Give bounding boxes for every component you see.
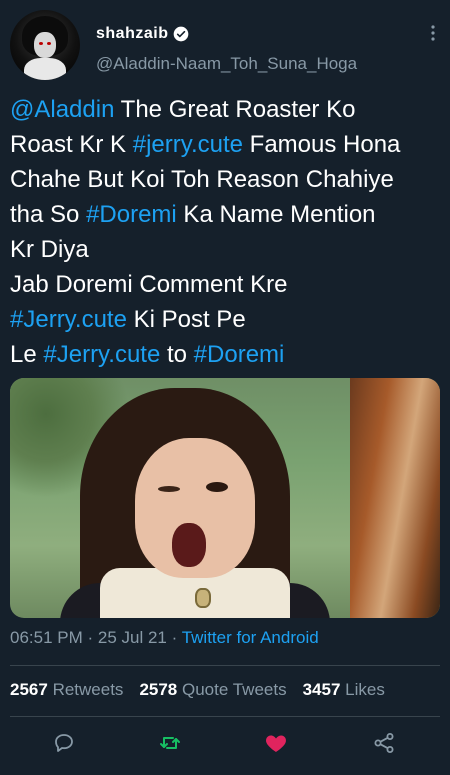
tweet-text-segment: Famous Hona — [242, 131, 401, 158]
quote-tweets-label: Quote Tweets — [182, 680, 287, 699]
verified-badge-icon — [174, 26, 189, 42]
retweet-icon[interactable] — [158, 731, 182, 755]
tweet-text-line: #Jerry.cute Ki Post Pe — [10, 302, 442, 337]
heart-icon[interactable] — [264, 731, 288, 755]
tweet-text-segment: Ka Name Mention — [176, 201, 376, 228]
tweet-text-line: Roast Kr K #jerry.cute Famous Hona — [10, 127, 442, 162]
tweet-image[interactable] — [10, 378, 440, 618]
reply-icon[interactable] — [52, 731, 76, 755]
action-bar — [0, 728, 450, 758]
tweet-text-segment: Chahe But Koi Toh Reason Chahiye — [10, 166, 394, 193]
tweet-text-segment: Le — [10, 341, 44, 368]
meta-separator: · — [166, 628, 182, 647]
retweets-label: Retweets — [52, 680, 124, 699]
tweet-source-link[interactable]: Twitter for Android — [182, 628, 319, 647]
hashtag-link[interactable]: #Doremi — [86, 201, 177, 228]
tweet-header: shahzaib @Aladdin-Naam_Toh_Suna_Hoga — [10, 10, 440, 80]
hashtag-link[interactable]: #Doremi — [194, 341, 285, 368]
divider — [10, 665, 440, 666]
hashtag-link[interactable]: #Jerry.cute — [43, 341, 160, 368]
likes-stat[interactable]: 3457 Likes — [303, 680, 385, 700]
tweet-text-segment: The Great Roaster Ko — [114, 96, 356, 123]
mention-link[interactable]: @Aladdin — [10, 96, 114, 123]
divider — [10, 716, 440, 717]
tweet-text-line: Kr Diya — [10, 232, 442, 267]
more-vertical-icon[interactable] — [428, 24, 438, 42]
tweet-text-line: Jab Doremi Comment Kre — [10, 267, 442, 302]
quote-tweets-stat[interactable]: 2578 Quote Tweets — [139, 680, 286, 700]
hashtag-link[interactable]: #Jerry.cute — [10, 306, 127, 333]
display-name[interactable]: shahzaib — [96, 25, 168, 43]
tweet-text-segment: Kr Diya — [10, 236, 89, 263]
tweet-text-line: Chahe But Koi Toh Reason Chahiye — [10, 162, 442, 197]
retweets-stat[interactable]: 2567 Retweets — [10, 680, 123, 700]
tweet-date[interactable]: 25 Jul 21 — [98, 628, 167, 647]
retweets-count: 2567 — [10, 680, 48, 699]
user-handle[interactable]: @Aladdin-Naam_Toh_Suna_Hoga — [96, 54, 357, 74]
tweet-body: @Aladdin The Great Roaster Ko Roast Kr K … — [10, 92, 442, 372]
tweet-time[interactable]: 06:51 PM — [10, 628, 83, 647]
engagement-stats: 2567 Retweets 2578 Quote Tweets 3457 Lik… — [10, 680, 385, 700]
tweet-text-line: Le #Jerry.cute to #Doremi — [10, 337, 442, 372]
tweet-text-line: @Aladdin The Great Roaster Ko — [10, 92, 442, 127]
quote-tweets-count: 2578 — [139, 680, 178, 699]
tweet-text-segment: tha So — [10, 201, 87, 228]
tweet-text-segment: Jab Doremi Comment Kre — [10, 271, 288, 298]
author-name-row[interactable]: shahzaib — [96, 25, 189, 43]
tweet-text-segment: Ki Post Pe — [126, 306, 246, 333]
tweet-text-segment: to — [160, 341, 194, 368]
likes-count: 3457 — [302, 680, 341, 699]
share-icon[interactable] — [372, 731, 396, 755]
likes-label: Likes — [345, 680, 385, 699]
avatar[interactable] — [10, 10, 80, 80]
tweet-text-segment: Roast Kr K — [10, 131, 133, 158]
tweet-meta: 06:51 PM · 25 Jul 21 · Twitter for Andro… — [10, 628, 319, 648]
meta-separator: · — [82, 628, 98, 647]
hashtag-link[interactable]: #jerry.cute — [133, 131, 243, 158]
tweet-text-line: tha So #Doremi Ka Name Mention — [10, 197, 442, 232]
